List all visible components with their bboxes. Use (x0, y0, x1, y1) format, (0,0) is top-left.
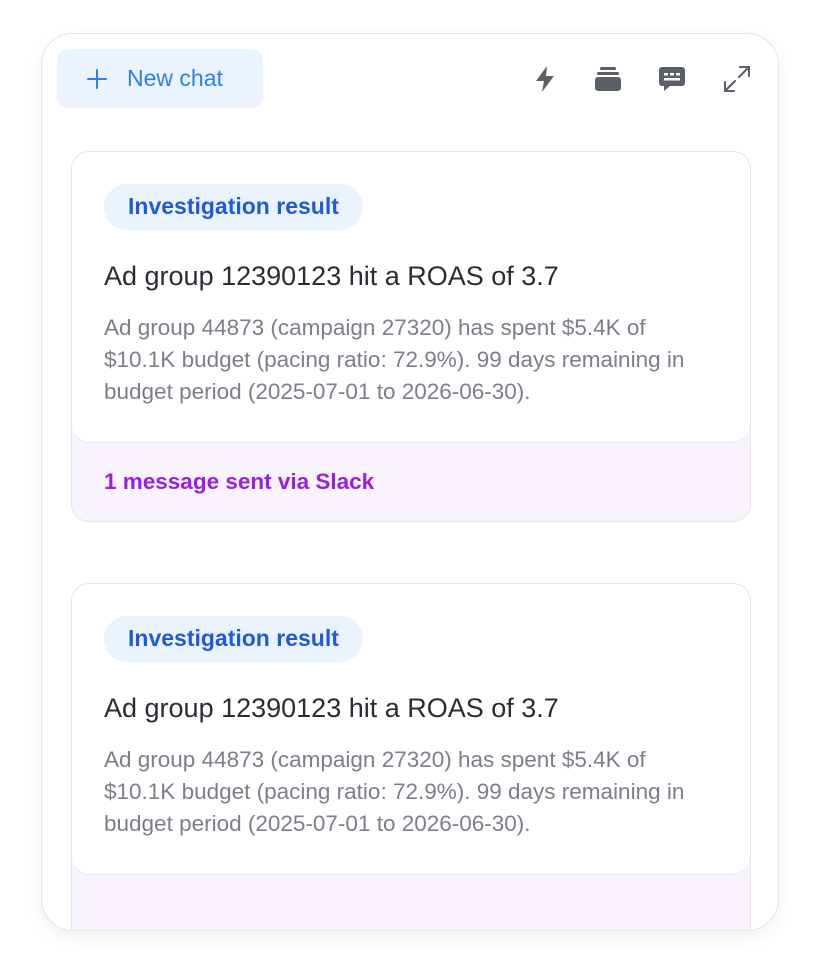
chat-panel: New chat Investigation result Ad group 1… (41, 33, 779, 931)
card-content: Investigation result Ad group 12390123 h… (72, 584, 750, 876)
card-description: Ad group 44873 (campaign 27320) has spen… (104, 315, 685, 405)
card-title: Ad group 12390123 hit a ROAS of 3.7 (104, 693, 559, 723)
slack-message-link[interactable]: 1 message sent via Slack (72, 443, 750, 521)
status-badge: Investigation result (104, 616, 363, 662)
lightning-icon[interactable] (527, 61, 563, 97)
stack-icon[interactable] (590, 61, 626, 97)
plus-icon (87, 68, 107, 89)
status-badge: Investigation result (104, 184, 363, 230)
card-content: Investigation result Ad group 12390123 h… (72, 152, 750, 444)
panel-toolbar: New chat (42, 34, 778, 134)
card-title: Ad group 12390123 hit a ROAS of 3.7 (104, 261, 559, 291)
new-chat-button[interactable]: New chat (57, 49, 263, 108)
investigation-card[interactable]: Investigation result Ad group 12390123 h… (71, 583, 751, 930)
investigation-card[interactable]: Investigation result Ad group 12390123 h… (71, 151, 751, 523)
chat-bubble-icon[interactable] (654, 61, 690, 97)
card-description: Ad group 44873 (campaign 27320) has spen… (104, 747, 685, 837)
new-chat-label: New chat (127, 65, 223, 91)
expand-icon[interactable] (719, 61, 755, 97)
